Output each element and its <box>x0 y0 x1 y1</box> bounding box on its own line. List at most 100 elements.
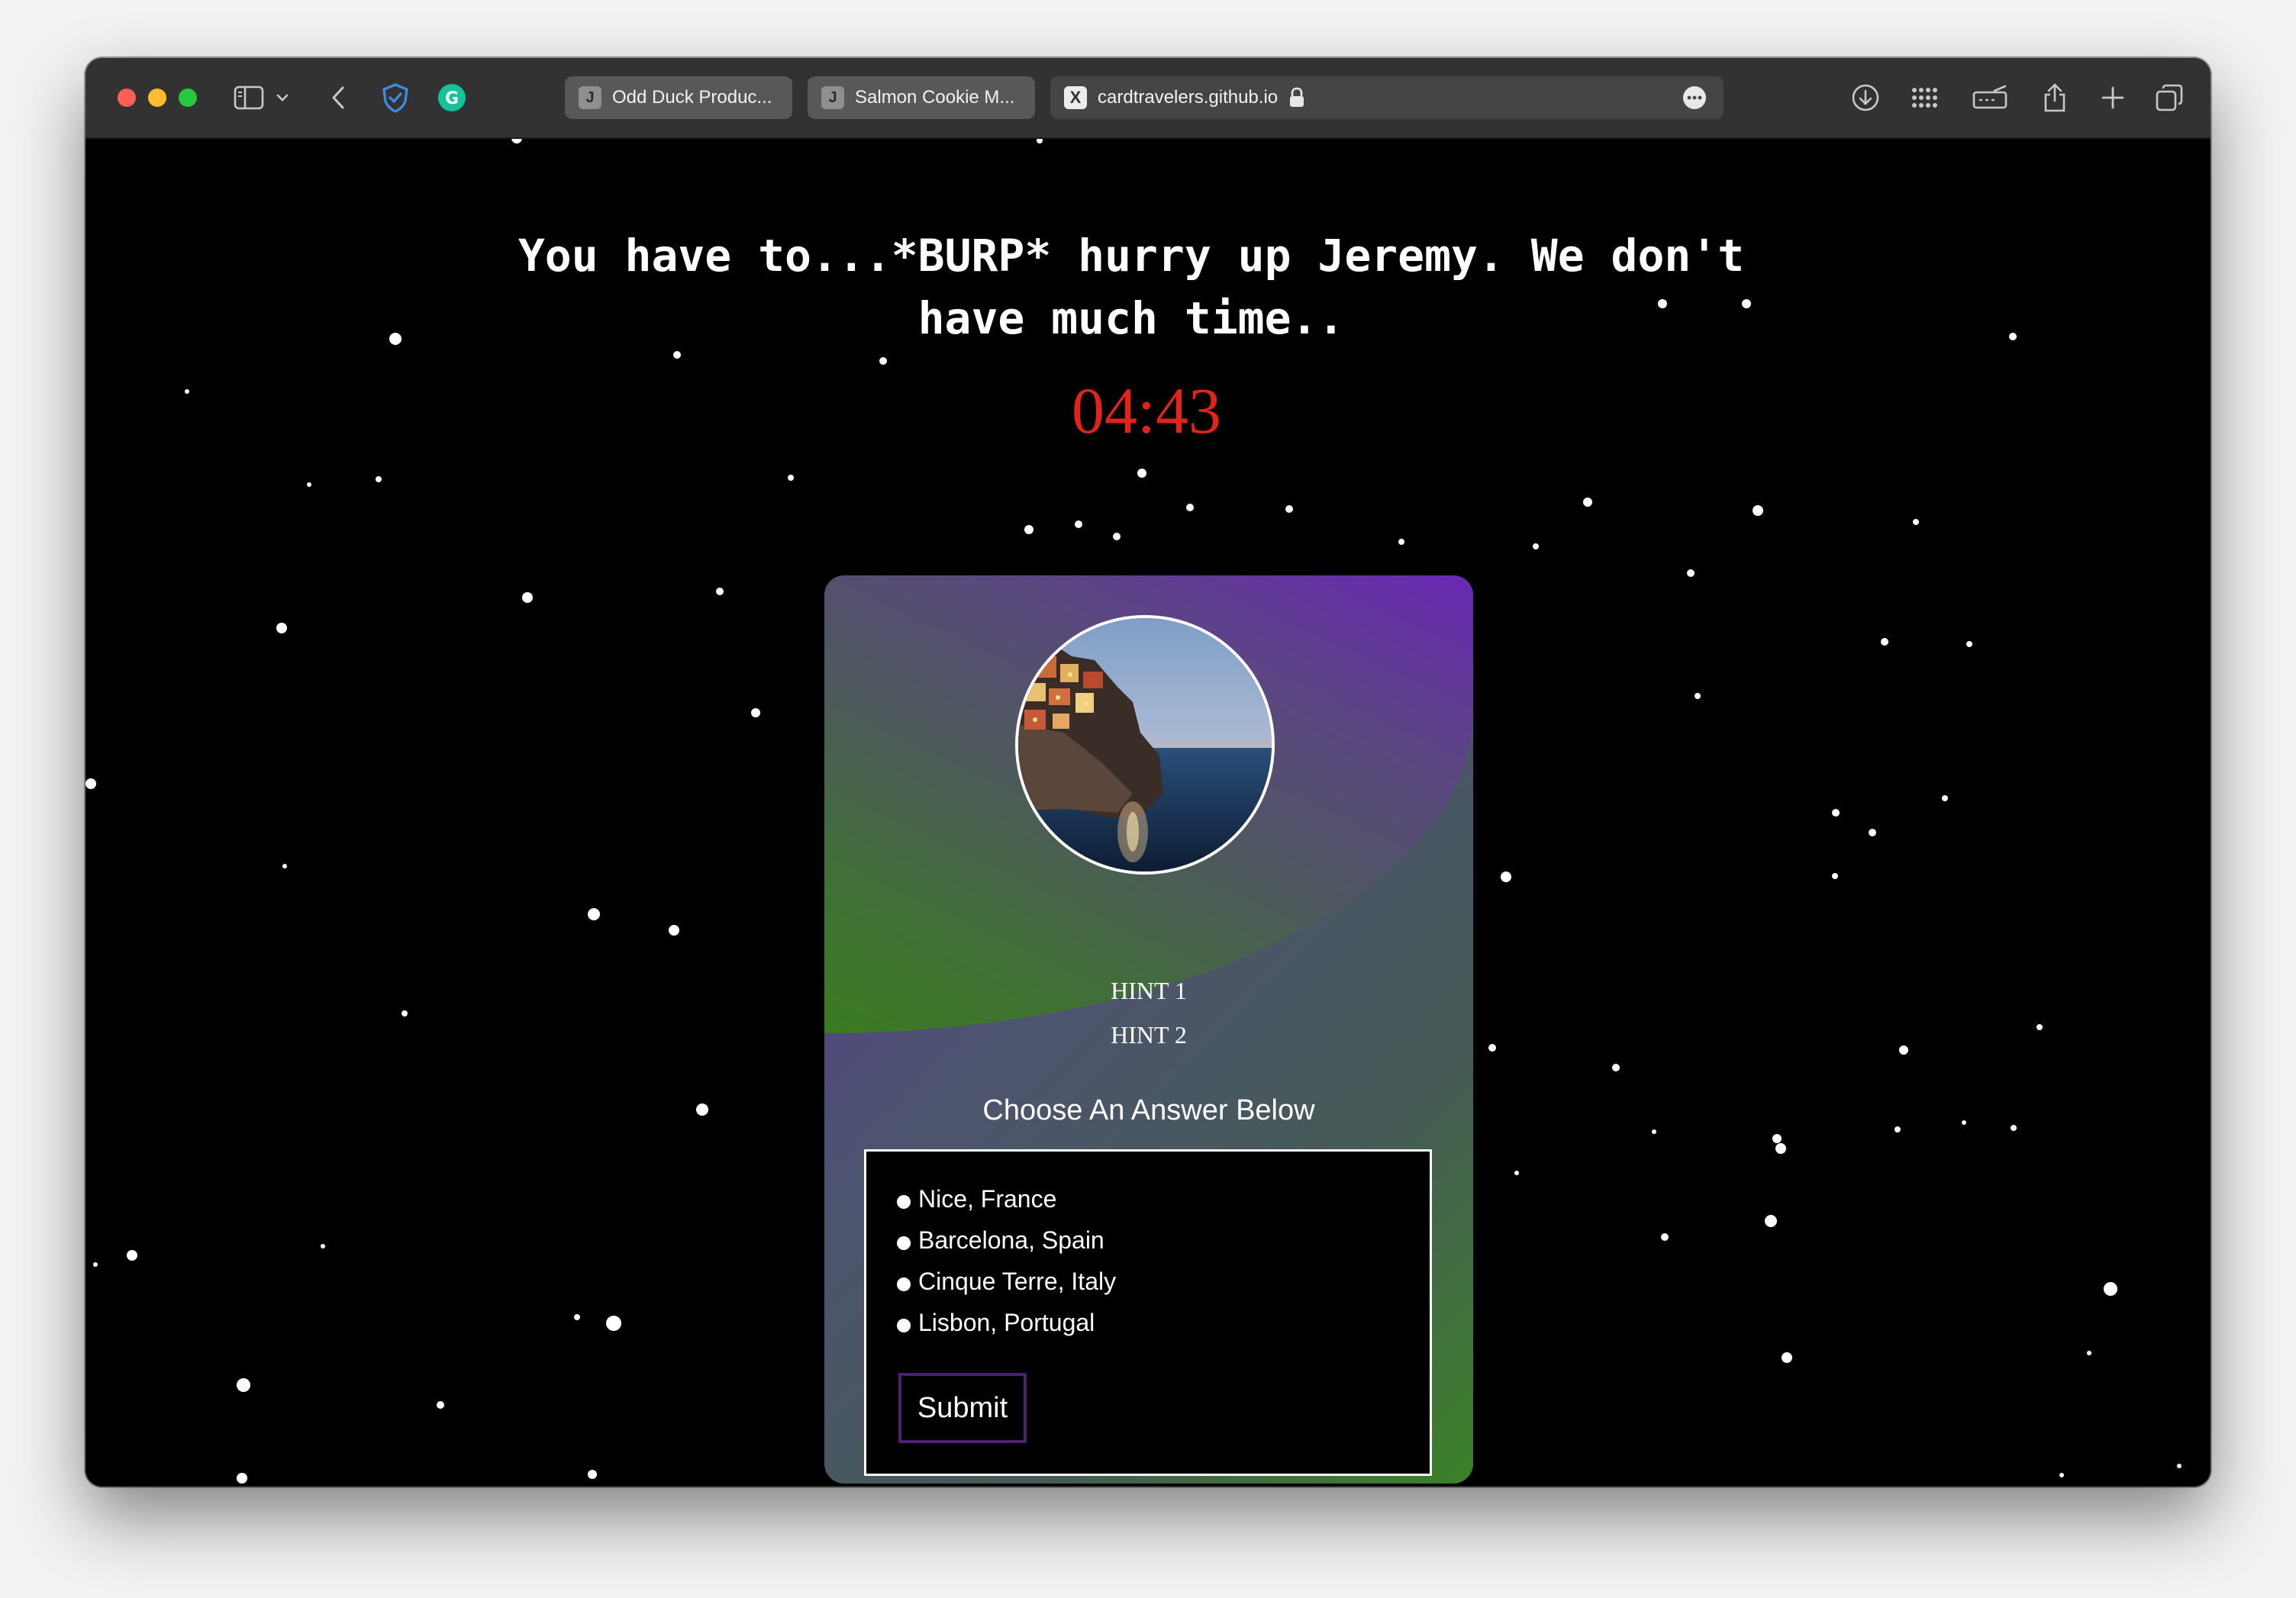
star <box>1881 638 1888 646</box>
star <box>1075 520 1082 528</box>
star <box>751 708 760 717</box>
grid-icon[interactable] <box>1908 81 1942 114</box>
star <box>1501 871 1511 882</box>
chevron-down-icon[interactable] <box>273 81 292 114</box>
star <box>1285 505 1293 513</box>
zoom-window-button[interactable] <box>179 89 197 107</box>
radio-button[interactable] <box>897 1318 911 1332</box>
shield-check-icon[interactable] <box>379 81 412 114</box>
star <box>879 357 887 365</box>
radio-button[interactable] <box>897 1277 911 1291</box>
plus-icon[interactable] <box>2098 81 2128 114</box>
star <box>1612 1064 1620 1071</box>
share-icon[interactable] <box>2040 81 2070 114</box>
star <box>1687 569 1695 577</box>
lock-icon <box>1288 87 1305 108</box>
star <box>606 1316 621 1331</box>
star <box>1869 829 1876 836</box>
tab-title: Odd Duck Produc... <box>612 87 772 108</box>
location-photo <box>1015 615 1275 875</box>
star <box>307 482 311 487</box>
tab-favicon: J <box>579 86 601 109</box>
star <box>673 351 681 359</box>
download-icon[interactable] <box>1849 81 1882 114</box>
star <box>696 1103 708 1116</box>
star <box>1488 1044 1496 1052</box>
star <box>237 1378 250 1392</box>
star <box>1661 1233 1669 1241</box>
answer-prompt: Choose An Answer Below <box>982 1094 1315 1126</box>
star <box>588 1470 597 1479</box>
quiz-card: HINT 1 HINT 2 Choose An Answer Below Nic… <box>824 575 1473 1484</box>
answer-option-lisbon[interactable]: Lisbon, Portugal <box>897 1309 1095 1337</box>
star <box>2009 333 2017 340</box>
star <box>1775 1143 1786 1154</box>
star <box>1113 533 1121 540</box>
back-icon[interactable] <box>327 81 350 114</box>
browser-tab[interactable]: J Odd Duck Produc... <box>565 76 792 119</box>
star <box>511 139 522 143</box>
browser-window: G J Odd Duck Produc... J Salmon Cookie M… <box>85 58 2211 1487</box>
star <box>127 1250 137 1261</box>
star <box>237 1473 247 1484</box>
address-bar-tab[interactable]: X cardtravelers.github.io <box>1050 76 1724 119</box>
star <box>1186 504 1194 511</box>
radio-button[interactable] <box>897 1236 911 1250</box>
submit-button[interactable]: Submit <box>898 1373 1027 1443</box>
star <box>2036 1024 2043 1030</box>
answer-label: Barcelona, Spain <box>918 1226 1104 1254</box>
tab-title: Salmon Cookie M... <box>855 87 1015 108</box>
star <box>389 333 401 345</box>
radio-button[interactable] <box>897 1194 911 1209</box>
star <box>1765 1215 1777 1227</box>
url-text[interactable]: cardtravelers.github.io <box>1098 87 1278 108</box>
star <box>376 476 382 482</box>
star <box>437 1401 444 1409</box>
star <box>1533 543 1539 549</box>
star <box>1398 539 1404 545</box>
star <box>1514 1171 1519 1175</box>
star <box>1913 519 1919 525</box>
star <box>716 588 724 595</box>
answer-form: Nice, France Barcelona, Spain Cinque Ter… <box>864 1149 1432 1476</box>
web-page: You have to...*BURP* hurry up Jeremy. We… <box>85 139 2211 1487</box>
answer-option-barcelona[interactable]: Barcelona, Spain <box>897 1226 1104 1255</box>
countdown-timer: 04:43 <box>1072 374 1221 447</box>
tabs-overview-icon[interactable] <box>2152 81 2186 114</box>
star <box>669 925 679 936</box>
answer-option-nice[interactable]: Nice, France <box>897 1185 1056 1213</box>
hint-1-link[interactable]: HINT 1 <box>824 977 1473 1005</box>
hint-2-link[interactable]: HINT 2 <box>824 1021 1473 1049</box>
star <box>1895 1126 1901 1132</box>
star <box>1899 1045 1908 1055</box>
star <box>2059 1473 2064 1477</box>
star <box>2011 1125 2017 1131</box>
reader-icon[interactable] <box>1969 81 2012 114</box>
star <box>2087 1351 2091 1355</box>
star <box>2177 1464 2182 1468</box>
star <box>1962 1120 1966 1125</box>
minimize-window-button[interactable] <box>148 89 166 107</box>
answer-option-cinque-terre[interactable]: Cinque Terre, Italy <box>897 1268 1116 1296</box>
answer-label: Cinque Terre, Italy <box>918 1268 1117 1295</box>
star <box>1024 525 1034 534</box>
answer-label: Lisbon, Portugal <box>918 1309 1095 1336</box>
star <box>1652 1129 1656 1134</box>
close-window-button[interactable] <box>118 89 136 107</box>
star <box>2104 1282 2117 1296</box>
star <box>1037 139 1043 143</box>
star <box>522 592 533 603</box>
star <box>401 1010 408 1016</box>
star <box>574 1314 580 1320</box>
browser-tab[interactable]: J Salmon Cookie M... <box>808 76 1035 119</box>
star <box>1772 1134 1782 1143</box>
star <box>1753 505 1763 516</box>
star <box>1942 795 1948 801</box>
star <box>93 1262 98 1267</box>
star <box>85 778 96 789</box>
more-icon[interactable] <box>1682 85 1707 110</box>
star <box>1695 693 1701 699</box>
grammarly-icon[interactable]: G <box>435 81 469 114</box>
browser-toolbar: G J Odd Duck Produc... J Salmon Cookie M… <box>85 58 2211 139</box>
sidebar-icon[interactable] <box>232 81 266 114</box>
